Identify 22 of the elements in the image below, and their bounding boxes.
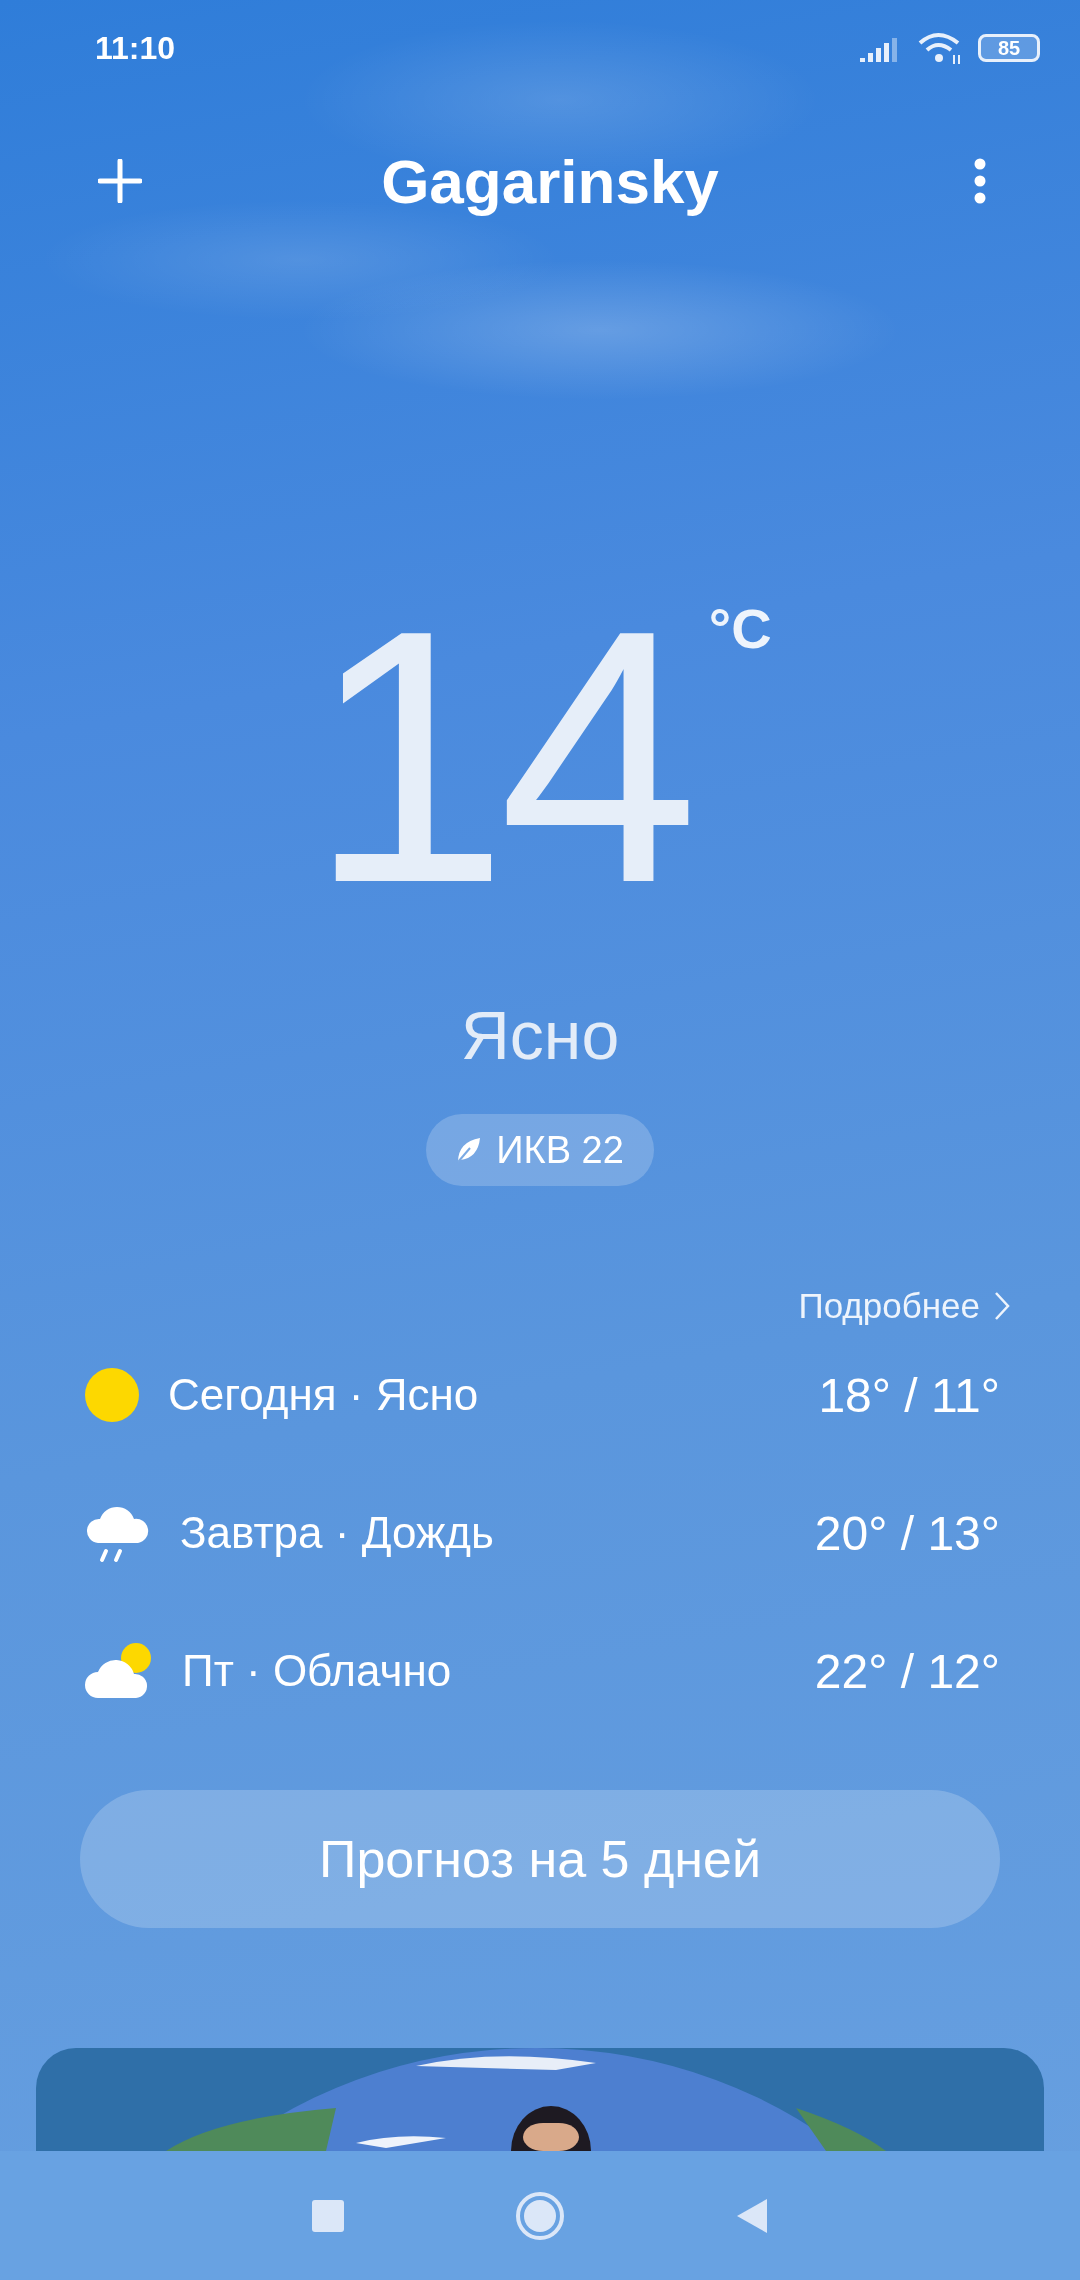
city-title: Gagarinsky bbox=[381, 145, 719, 217]
home-icon[interactable] bbox=[515, 2190, 565, 2241]
wifi-icon bbox=[918, 31, 962, 65]
details-link[interactable]: Подробнее bbox=[798, 1286, 1010, 1326]
battery-icon: 85 bbox=[978, 34, 1040, 62]
forecast-temps: 20° / 13° bbox=[814, 1505, 1000, 1561]
chevron-right-icon bbox=[994, 1291, 1010, 1321]
forecast-temps: 18° / 11° bbox=[818, 1367, 1000, 1423]
status-time: 11:10 bbox=[95, 29, 176, 67]
sun-behind-cloud-icon bbox=[84, 1642, 154, 1700]
back-icon[interactable] bbox=[735, 2196, 769, 2235]
forecast-temps: 22° / 12° bbox=[814, 1643, 1000, 1699]
recents-icon[interactable] bbox=[311, 2198, 345, 2233]
forecast-day: Сегодня · Ясно bbox=[168, 1370, 819, 1420]
air-quality-badge[interactable]: ИКВ 22 bbox=[426, 1114, 654, 1186]
condition-text: Ясно bbox=[459, 996, 621, 1074]
temperature-unit: °C bbox=[708, 596, 772, 661]
forecast-button[interactable]: Прогноз на 5 дней bbox=[80, 1790, 1000, 1928]
temperature: 14 bbox=[308, 606, 689, 906]
forecast-day: Пт · Облачно bbox=[182, 1646, 815, 1696]
forecast-day: Завтра · Дождь bbox=[180, 1508, 815, 1558]
sun-icon bbox=[84, 1367, 140, 1423]
